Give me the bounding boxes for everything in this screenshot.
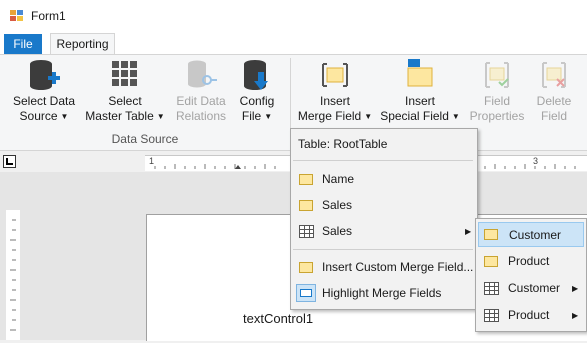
field-properties-label-2: Properties — [469, 109, 525, 123]
window-title: Form1 — [31, 9, 66, 23]
menu-item-label: Sales — [322, 224, 353, 238]
database-add-icon — [30, 60, 60, 90]
submenu-arrow-icon: ▶ — [465, 227, 472, 236]
app-icon — [10, 10, 23, 21]
select-master-table-label-2: Master Table — [85, 109, 154, 123]
select-data-source-button[interactable]: Select Data Source ▼ — [8, 58, 80, 126]
field-properties-icon — [485, 62, 509, 88]
document-text[interactable]: textControl1 — [243, 311, 313, 326]
config-file-label-1: Config — [239, 94, 275, 108]
edit-data-relations-label-2: Relations — [175, 109, 227, 123]
tab-stop-selector[interactable] — [3, 155, 16, 168]
tab-file[interactable]: File — [4, 34, 42, 54]
menu-item-highlight-merge-fields[interactable]: Highlight Merge Fields — [293, 281, 475, 306]
submenu-item-product-table[interactable]: Product ▶ — [478, 303, 584, 328]
menu-header: Table: RootTable — [298, 137, 388, 151]
menu-separator — [293, 249, 473, 250]
table-icon — [484, 309, 499, 322]
menu-item-insert-custom-merge-field[interactable]: Insert Custom Merge Field... — [293, 255, 475, 280]
menu-item-label: Highlight Merge Fields — [322, 286, 442, 300]
config-file-label-2: File — [241, 109, 262, 123]
submenu-arrow-icon: ▶ — [572, 311, 579, 320]
select-data-source-label-2: Source — [19, 109, 58, 123]
submenu-item-label: Customer — [509, 228, 562, 242]
tab-reporting[interactable]: Reporting — [50, 33, 115, 55]
special-field-icon — [407, 59, 433, 87]
dropdown-caret-icon: ▼ — [156, 112, 165, 121]
dropdown-caret-icon: ▼ — [364, 112, 373, 121]
dropdown-caret-icon: ▼ — [60, 112, 69, 121]
field-properties-button[interactable]: Field Properties — [466, 58, 528, 126]
edit-data-relations-label-1: Edit Data — [176, 94, 226, 108]
vertical-ruler-ticks — [10, 219, 16, 331]
menu-item-sales-field[interactable]: Sales — [293, 193, 475, 218]
vertical-ruler[interactable] — [6, 210, 20, 340]
dropdown-caret-icon: ▼ — [451, 112, 460, 121]
merge-field-menu: Table: RootTable Name Sales Sales ▶ Inse… — [290, 128, 478, 310]
delete-field-label-2: Field — [540, 109, 567, 123]
menu-item-name[interactable]: Name — [293, 167, 475, 192]
submenu-item-customer-field[interactable]: Customer — [478, 222, 584, 247]
insert-merge-field-label-1: Insert — [319, 94, 350, 108]
delete-field-button[interactable]: Delete Field — [530, 58, 578, 126]
ruler-mark-3: 3 — [533, 156, 539, 166]
insert-special-field-label-2: Special Field — [380, 109, 449, 123]
menu-separator — [293, 160, 473, 161]
grid-icon — [112, 61, 137, 86]
select-data-source-label-1: Select Data — [12, 94, 76, 108]
submenu-item-product-field[interactable]: Product — [478, 249, 584, 274]
menu-item-label: Sales — [322, 198, 353, 212]
edit-data-relations-button[interactable]: Edit Data Relations — [170, 58, 232, 126]
insert-merge-field-label-2: Merge Field — [297, 109, 362, 123]
select-master-table-button[interactable]: Select Master Table ▼ — [84, 58, 166, 126]
submenu-item-label: Customer — [508, 281, 561, 295]
table-icon — [484, 282, 499, 295]
submenu-item-customer-table[interactable]: Customer ▶ — [478, 276, 584, 301]
insert-special-field-label-1: Insert — [404, 94, 435, 108]
left-tab-icon — [6, 158, 13, 165]
delete-field-icon — [542, 62, 566, 88]
highlight-toggle-icon — [296, 284, 316, 302]
insert-merge-field-button[interactable]: Insert Merge Field ▼ — [294, 58, 376, 126]
database-key-icon — [188, 60, 217, 88]
field-icon — [484, 229, 498, 240]
field-icon — [299, 200, 313, 211]
field-properties-label-1: Field — [483, 94, 510, 108]
database-download-icon — [244, 60, 268, 90]
menu-item-sales-table[interactable]: Sales ▶ — [293, 219, 475, 244]
field-icon — [299, 262, 313, 273]
field-icon — [484, 256, 498, 267]
merge-field-icon — [322, 63, 348, 87]
config-file-button[interactable]: Config File ▼ — [234, 58, 280, 126]
ruler-mark-1: 1 — [149, 156, 155, 166]
table-icon — [299, 225, 314, 238]
sales-submenu: Customer Product Customer ▶ Product ▶ — [475, 218, 587, 332]
data-source-group-label: Data Source — [111, 132, 179, 146]
submenu-item-label: Product — [508, 308, 550, 322]
title-bar: Form1 — [0, 0, 587, 32]
insert-special-field-button[interactable]: Insert Special Field ▼ — [378, 58, 462, 126]
field-icon — [299, 174, 313, 185]
dropdown-caret-icon: ▼ — [264, 112, 273, 121]
submenu-arrow-icon: ▶ — [572, 284, 579, 293]
menu-item-label: Insert Custom Merge Field... — [322, 260, 474, 274]
menu-item-label: Name — [322, 172, 355, 186]
submenu-item-label: Product — [508, 254, 550, 268]
delete-field-label-1: Delete — [536, 94, 572, 108]
select-master-table-label-1: Select — [108, 94, 142, 108]
